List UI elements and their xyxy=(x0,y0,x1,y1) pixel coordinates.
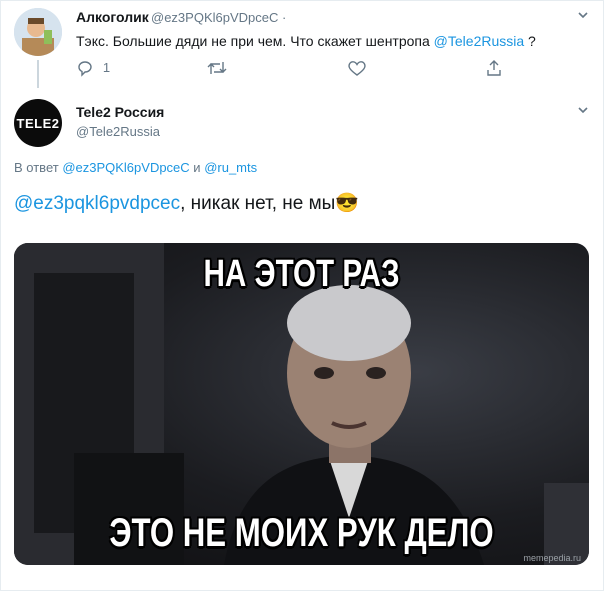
author-handle[interactable]: @Tele2Russia xyxy=(76,124,160,139)
mention-link[interactable]: @Tele2Russia xyxy=(434,33,524,49)
user-avatar[interactable] xyxy=(14,8,62,56)
reply-count: 1 xyxy=(102,60,111,75)
sunglasses-emoji: 😎 xyxy=(335,193,359,214)
meme-top-caption: НА ЭТОТ РАЗ xyxy=(203,253,400,295)
meme-image[interactable]: НА ЭТОТ РАЗ ЭТО НЕ МОИХ РУК ДЕЛО memeped… xyxy=(14,243,589,565)
chevron-down-icon[interactable] xyxy=(577,9,589,24)
retweet-icon xyxy=(207,62,227,74)
thread-connector xyxy=(37,60,39,88)
reply-button[interactable]: 1 xyxy=(76,59,110,77)
reply-mention-1[interactable]: @ez3PQKl6pVDpceC xyxy=(62,160,189,175)
tweet-text-body: Тэкс. Большие дяди не при чем. Что скаже… xyxy=(76,33,434,49)
reply-prefix: В ответ xyxy=(14,160,63,175)
author-name[interactable]: Алкоголик xyxy=(76,9,149,25)
tweet-text: @ez3pqkl6pvdpcec, никак нет, не мы😎 xyxy=(14,191,359,215)
avatar-image xyxy=(14,8,62,56)
author-handle-text[interactable]: @ez3PQKl6pVDpceC xyxy=(151,10,278,25)
tweet-text: Тэкс. Большие дяди не при чем. Что скаже… xyxy=(76,33,536,49)
tweet-text-end: ? xyxy=(524,33,536,49)
chevron-down-icon[interactable] xyxy=(577,104,589,119)
reply-context: В ответ @ez3PQKl6pVDpceC и @ru_mts xyxy=(14,160,257,175)
avatar-logo-text: TELE2 xyxy=(16,115,60,131)
watermark: memepedia.ru xyxy=(523,553,581,563)
share-button[interactable] xyxy=(485,59,503,80)
like-button[interactable] xyxy=(347,59,367,80)
share-icon xyxy=(487,60,501,76)
reply-conjunction: и xyxy=(189,160,205,175)
separator-dot: · xyxy=(282,10,287,25)
retweet-button[interactable] xyxy=(206,59,228,80)
tweet-text-body: , никак нет, не мы xyxy=(180,193,336,214)
heart-icon xyxy=(348,61,366,76)
reply-mention-2[interactable]: @ru_mts xyxy=(204,160,257,175)
meme-bottom-caption: ЭТО НЕ МОИХ РУК ДЕЛО xyxy=(109,511,494,555)
reply-icon xyxy=(78,61,92,77)
mention-link[interactable]: @ez3pqkl6pvdpcec xyxy=(14,193,180,214)
tele2-avatar[interactable]: TELE2 xyxy=(14,99,62,147)
author-handle[interactable]: @ez3PQKl6pVDpceC · xyxy=(151,10,286,25)
author-name[interactable]: Tele2 Россия xyxy=(76,104,164,120)
